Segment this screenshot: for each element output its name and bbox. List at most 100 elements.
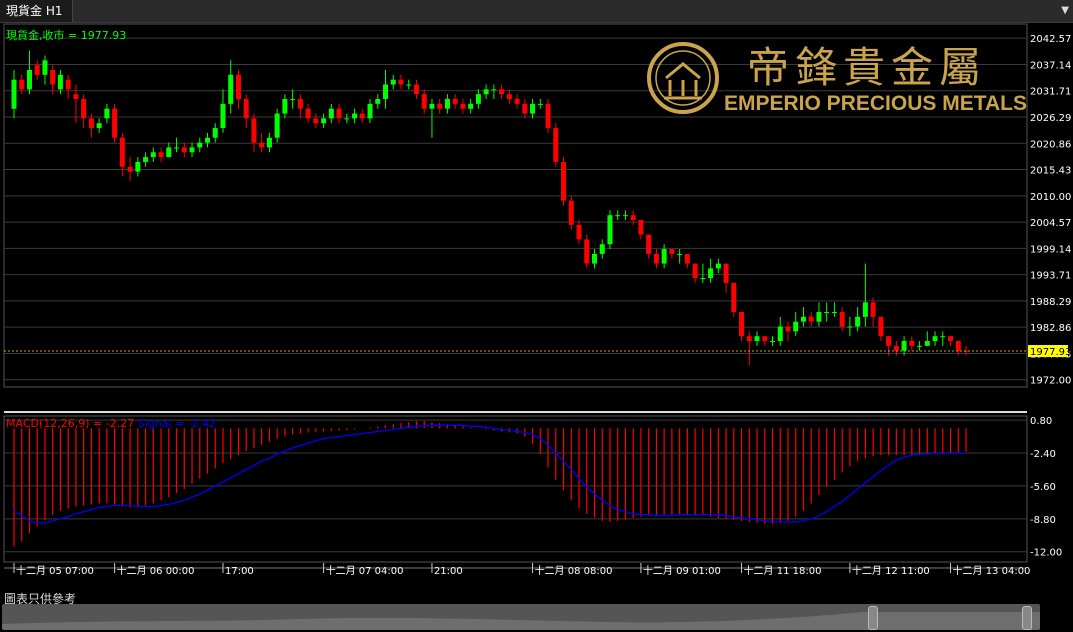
candle-body [398,79,404,85]
candle-body [878,316,884,337]
scrollbar-handle-right[interactable] [1022,606,1032,630]
candle-body [545,103,551,129]
candle-body [143,157,149,162]
macd-tick-label: -2.40 [1030,449,1056,460]
candle-body [708,268,714,279]
candle-body [948,336,954,342]
candle-body [383,84,389,100]
price-tick-label: 1993.71 [1030,271,1071,282]
candle-body [429,103,435,109]
chart-area: 2042.57 2037.14 2031.71 2026.29 2020.86 2015.… [3,23,1071,577]
candle-body [576,224,582,240]
price-tick-label: 2010.00 [1030,192,1071,203]
candle-body [862,302,868,317]
candle-body [491,89,497,91]
candle-body [26,69,32,90]
time-tick-label: 十二月 12 11:00 [852,564,930,577]
candle-body [924,341,930,346]
tab-menu-icon[interactable]: ▼ [1061,5,1069,16]
candle-body [669,249,675,254]
candle-body [460,103,466,109]
price-tick-label: 1988.29 [1030,297,1071,308]
candle-body [561,161,567,201]
candle-body [452,99,458,104]
candle-body [677,253,683,255]
price-tick-label: 2020.86 [1030,139,1071,150]
watermark-chinese: 帝鋒貴金屬 [747,43,987,92]
candle-body [468,103,474,109]
candle-body [746,336,752,342]
candle-body [506,94,512,100]
candle-body [359,113,365,119]
candle-body [305,108,311,119]
candle-body [228,74,234,104]
candle-body [251,118,257,143]
candle-body [839,311,845,327]
logo-ring [647,42,719,114]
candle-body [197,142,203,148]
price-tick-label: 2042.57 [1030,34,1071,45]
macd-legend-value: MACD(12,26,9) = -2.27 [6,417,138,430]
candle-body [615,215,621,217]
candle-body [73,94,79,100]
candle-body [274,113,280,138]
candle-body [568,200,574,225]
candle-body [630,215,636,221]
candle-body [940,336,946,338]
candle-body [917,345,923,347]
candle-body [530,103,536,114]
price-tick-label: 2031.71 [1030,87,1071,98]
candle-body [514,99,520,104]
scrollbar-handle-left[interactable] [868,606,878,630]
candle-body [352,113,358,119]
price-tick-label: 1999.14 [1030,244,1071,255]
candle-body [282,99,288,114]
candle-body [855,316,861,327]
candle-body [584,239,590,264]
time-tick-label: 17:00 [225,566,254,577]
candle-body [212,128,218,138]
candle-body [57,74,63,90]
candle-body [104,108,110,119]
candle-body [955,341,961,351]
time-tick-label: 十二月 08 08:00 [535,564,613,577]
candle-body [553,128,559,162]
candle-body [321,118,327,124]
candle-body [591,253,597,264]
time-tick-label: 21:00 [434,566,463,577]
candle-body [599,244,605,254]
candle-body [290,99,296,101]
chart-scrollbar[interactable] [2,604,1040,630]
candle-body [19,79,25,90]
candle-body [793,321,799,332]
candle-body [831,311,837,313]
tab-chart-title[interactable]: 現貨金 H1 [0,0,74,22]
candle-body [42,60,48,75]
candle-body [65,79,71,90]
candle-body [181,147,187,153]
candle-body [824,311,830,313]
candle-body [483,89,489,95]
price-tick-label: 2004.57 [1030,218,1071,229]
macd-tick-label: -5.60 [1030,482,1056,493]
candle-body [189,147,195,153]
candle-body [700,278,706,280]
candle-body [204,137,210,143]
candle-body [777,326,783,342]
tab-title: 現貨金 H1 [6,4,63,18]
last-price-label: 1977.93 [1030,347,1071,358]
candle-body [390,79,396,85]
signal-legend-value: Signal = -2.42 [138,417,216,430]
candle-body [328,108,334,119]
candle-body [235,74,241,100]
candle-body [816,311,822,322]
candle-body [243,99,249,119]
price-legend: 現貨金,收市 = 1977.93 [6,28,126,42]
candle-body [50,69,56,85]
candle-body [174,147,180,149]
time-tick-label: 十二月 06 00:00 [117,564,195,577]
candle-body [661,249,667,264]
watermark-english: EMPERIO PRECIOUS METALS [724,92,1027,115]
scrollbar-overview [2,612,1040,630]
price-tick-label: 1972.00 [1030,376,1071,387]
